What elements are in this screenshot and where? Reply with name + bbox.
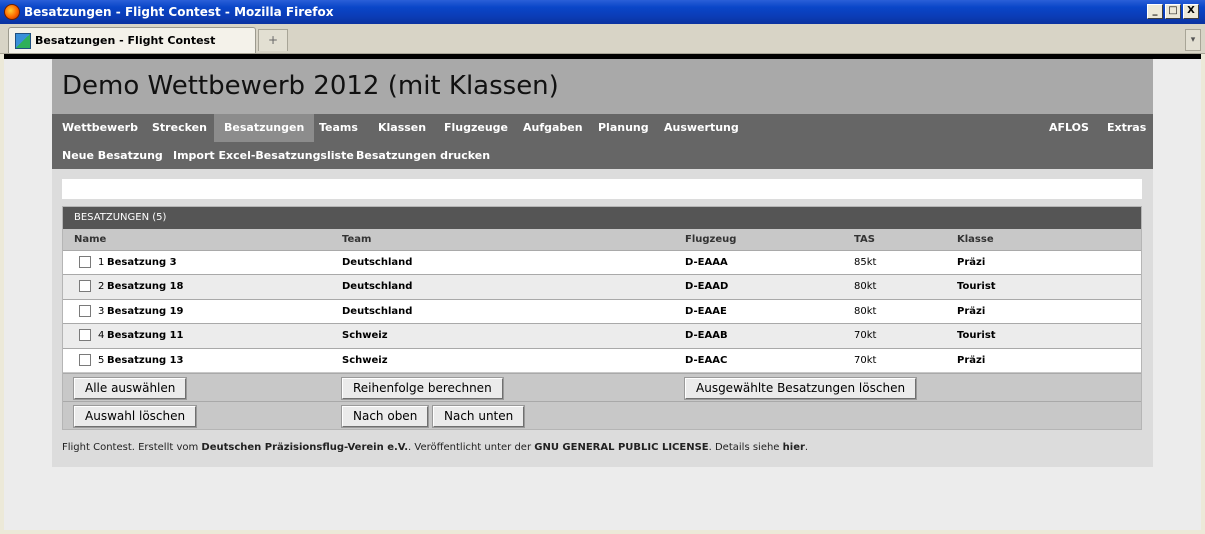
footer-text-2: . Veröffentlicht unter der	[408, 442, 535, 453]
nav-aflos[interactable]: AFLOS	[1039, 114, 1099, 142]
minimize-button[interactable]: _	[1147, 4, 1163, 19]
browser-tabbar: Besatzungen - Flight Contest + ▾	[0, 24, 1205, 54]
subnav-neue-besatzung[interactable]: Neue Besatzung	[52, 142, 173, 169]
column-header-klasse[interactable]: Klasse	[957, 229, 994, 250]
footer-text-4: .	[804, 442, 809, 453]
crew-team-link[interactable]: Deutschland	[342, 281, 412, 292]
row-number: 1	[98, 257, 105, 268]
row-checkbox[interactable]	[79, 353, 91, 366]
crew-tas: 80kt	[854, 305, 877, 317]
crew-class-link[interactable]: Präzi	[957, 257, 985, 268]
crew-tas: 70kt	[854, 354, 877, 366]
nav-wettbewerb[interactable]: Wettbewerb	[52, 114, 148, 142]
crew-class-link[interactable]: Tourist	[957, 330, 996, 341]
main-navigation: Wettbewerb Strecken Besatzungen Teams Kl…	[52, 114, 1153, 169]
row-number: 5	[98, 354, 105, 366]
crews-table: BESATZUNGEN (5) Name Team Flugzeug TAS K…	[62, 206, 1142, 430]
crew-name-link[interactable]: Besatzung 18	[107, 281, 184, 292]
nav-planung[interactable]: Planung	[588, 114, 659, 142]
column-header-team[interactable]: Team	[342, 229, 371, 250]
maximize-button[interactable]: □	[1165, 4, 1181, 19]
row-checkbox[interactable]	[79, 256, 91, 268]
action-row-1: Alle auswählen Reihenfolge berechnen Aus…	[63, 373, 1141, 401]
nav-teams[interactable]: Teams	[309, 114, 368, 142]
crew-tas: 70kt	[854, 330, 877, 342]
window-title: Besatzungen - Flight Contest - Mozilla F…	[24, 5, 334, 19]
flight-contest-favicon-icon	[15, 32, 31, 49]
table-row: 4 Besatzung 11 Schweiz D-EAAB 70kt Touri…	[63, 323, 1141, 348]
crew-name-link[interactable]: Besatzung 19	[107, 306, 184, 317]
crew-name-link[interactable]: Besatzung 3	[107, 257, 177, 268]
row-number: 2	[98, 281, 105, 293]
crew-team-link[interactable]: Deutschland	[342, 257, 412, 268]
row-number: 3	[98, 305, 105, 317]
footer-text-3: . Details siehe	[708, 442, 783, 453]
page-container: Demo Wettbewerb 2012 (mit Klassen) Wettb…	[52, 59, 1153, 467]
move-up-button[interactable]: Nach oben	[340, 405, 430, 428]
row-checkbox[interactable]	[79, 329, 91, 342]
action-row-2: Auswahl löschen Nach oben Nach unten	[63, 401, 1141, 429]
crew-aircraft-link[interactable]: D-EAAC	[685, 355, 727, 366]
subnav-besatzungen-drucken[interactable]: Besatzungen drucken	[346, 142, 500, 169]
nav-flugzeuge[interactable]: Flugzeuge	[434, 114, 518, 142]
crew-name-link[interactable]: Besatzung 13	[107, 355, 184, 366]
new-tab-button[interactable]: +	[258, 29, 288, 51]
window-titlebar: Besatzungen - Flight Contest - Mozilla F…	[0, 0, 1205, 24]
crew-name-link[interactable]: Besatzung 11	[107, 330, 184, 341]
crew-aircraft-link[interactable]: D-EAAB	[685, 330, 728, 341]
row-checkbox[interactable]	[79, 280, 91, 293]
window-controls: _ □ X	[1147, 4, 1199, 19]
calc-order-button[interactable]: Reihenfolge berechnen	[341, 377, 504, 400]
clear-selection-button[interactable]: Auswahl löschen	[72, 405, 198, 428]
table-row: 3 Besatzung 19 Deutschland D-EAAE 80kt P…	[63, 298, 1141, 324]
crew-team-link[interactable]: Schweiz	[342, 355, 388, 366]
column-header-tas[interactable]: TAS	[854, 229, 875, 250]
firefox-icon	[4, 4, 20, 20]
table-title: BESATZUNGEN (5)	[63, 207, 1141, 229]
footer-details-link[interactable]: hier	[783, 442, 805, 453]
nav-aufgaben[interactable]: Aufgaben	[513, 114, 593, 142]
table-body: 1 Besatzung 3 Deutschland D-EAAA 85kt Pr…	[63, 250, 1141, 372]
column-header-name[interactable]: Name	[74, 229, 106, 250]
row-number: 4	[98, 330, 105, 342]
nav-klassen[interactable]: Klassen	[368, 114, 436, 142]
crew-tas: 85kt	[854, 257, 877, 268]
message-box	[62, 179, 1142, 199]
close-button[interactable]: X	[1183, 4, 1199, 19]
column-header-flugzeug[interactable]: Flugzeug	[685, 229, 736, 250]
footer-license: GNU GENERAL PUBLIC LICENSE	[534, 442, 709, 453]
browser-tab[interactable]: Besatzungen - Flight Contest	[8, 27, 256, 53]
tab-label: Besatzungen - Flight Contest	[35, 34, 216, 47]
crew-class-link[interactable]: Präzi	[957, 306, 985, 317]
subnav-import-excel[interactable]: Import Excel-Besatzungsliste	[163, 142, 364, 169]
tab-list-button[interactable]: ▾	[1185, 29, 1201, 51]
row-checkbox[interactable]	[79, 304, 91, 317]
browser-viewport: Demo Wettbewerb 2012 (mit Klassen) Wettb…	[4, 59, 1201, 530]
move-down-button[interactable]: Nach unten	[431, 405, 526, 428]
crew-team-link[interactable]: Schweiz	[342, 330, 388, 341]
page-header: Demo Wettbewerb 2012 (mit Klassen)	[52, 59, 1153, 114]
crew-aircraft-link[interactable]: D-EAAA	[685, 257, 728, 268]
crew-class-link[interactable]: Präzi	[957, 355, 985, 366]
table-row: 2 Besatzung 18 Deutschland D-EAAD 80kt T…	[63, 274, 1141, 299]
page-footer: Flight Contest. Erstellt vom Deutschen P…	[62, 442, 808, 453]
crew-aircraft-link[interactable]: D-EAAE	[685, 306, 727, 317]
delete-selected-button[interactable]: Ausgewählte Besatzungen löschen	[683, 377, 918, 400]
crew-team-link[interactable]: Deutschland	[342, 306, 412, 317]
nav-auswertung[interactable]: Auswertung	[654, 114, 749, 142]
table-header: Name Team Flugzeug TAS Klasse	[63, 229, 1141, 250]
nav-extras[interactable]: Extras	[1097, 114, 1156, 142]
table-row: 5 Besatzung 13 Schweiz D-EAAC 70kt Präzi	[63, 347, 1141, 372]
footer-org: Deutschen Präzisionsflug-Verein e.V.	[201, 442, 409, 453]
footer-text-1: Flight Contest. Erstellt vom	[62, 442, 202, 453]
crew-tas: 80kt	[854, 281, 877, 293]
crew-aircraft-link[interactable]: D-EAAD	[685, 281, 728, 292]
select-all-button[interactable]: Alle auswählen	[72, 377, 188, 400]
table-row: 1 Besatzung 3 Deutschland D-EAAA 85kt Pr…	[63, 250, 1141, 275]
nav-besatzungen[interactable]: Besatzungen	[214, 114, 315, 142]
page-title: Demo Wettbewerb 2012 (mit Klassen)	[62, 71, 559, 101]
crew-class-link[interactable]: Tourist	[957, 281, 996, 292]
nav-strecken[interactable]: Strecken	[142, 114, 217, 142]
